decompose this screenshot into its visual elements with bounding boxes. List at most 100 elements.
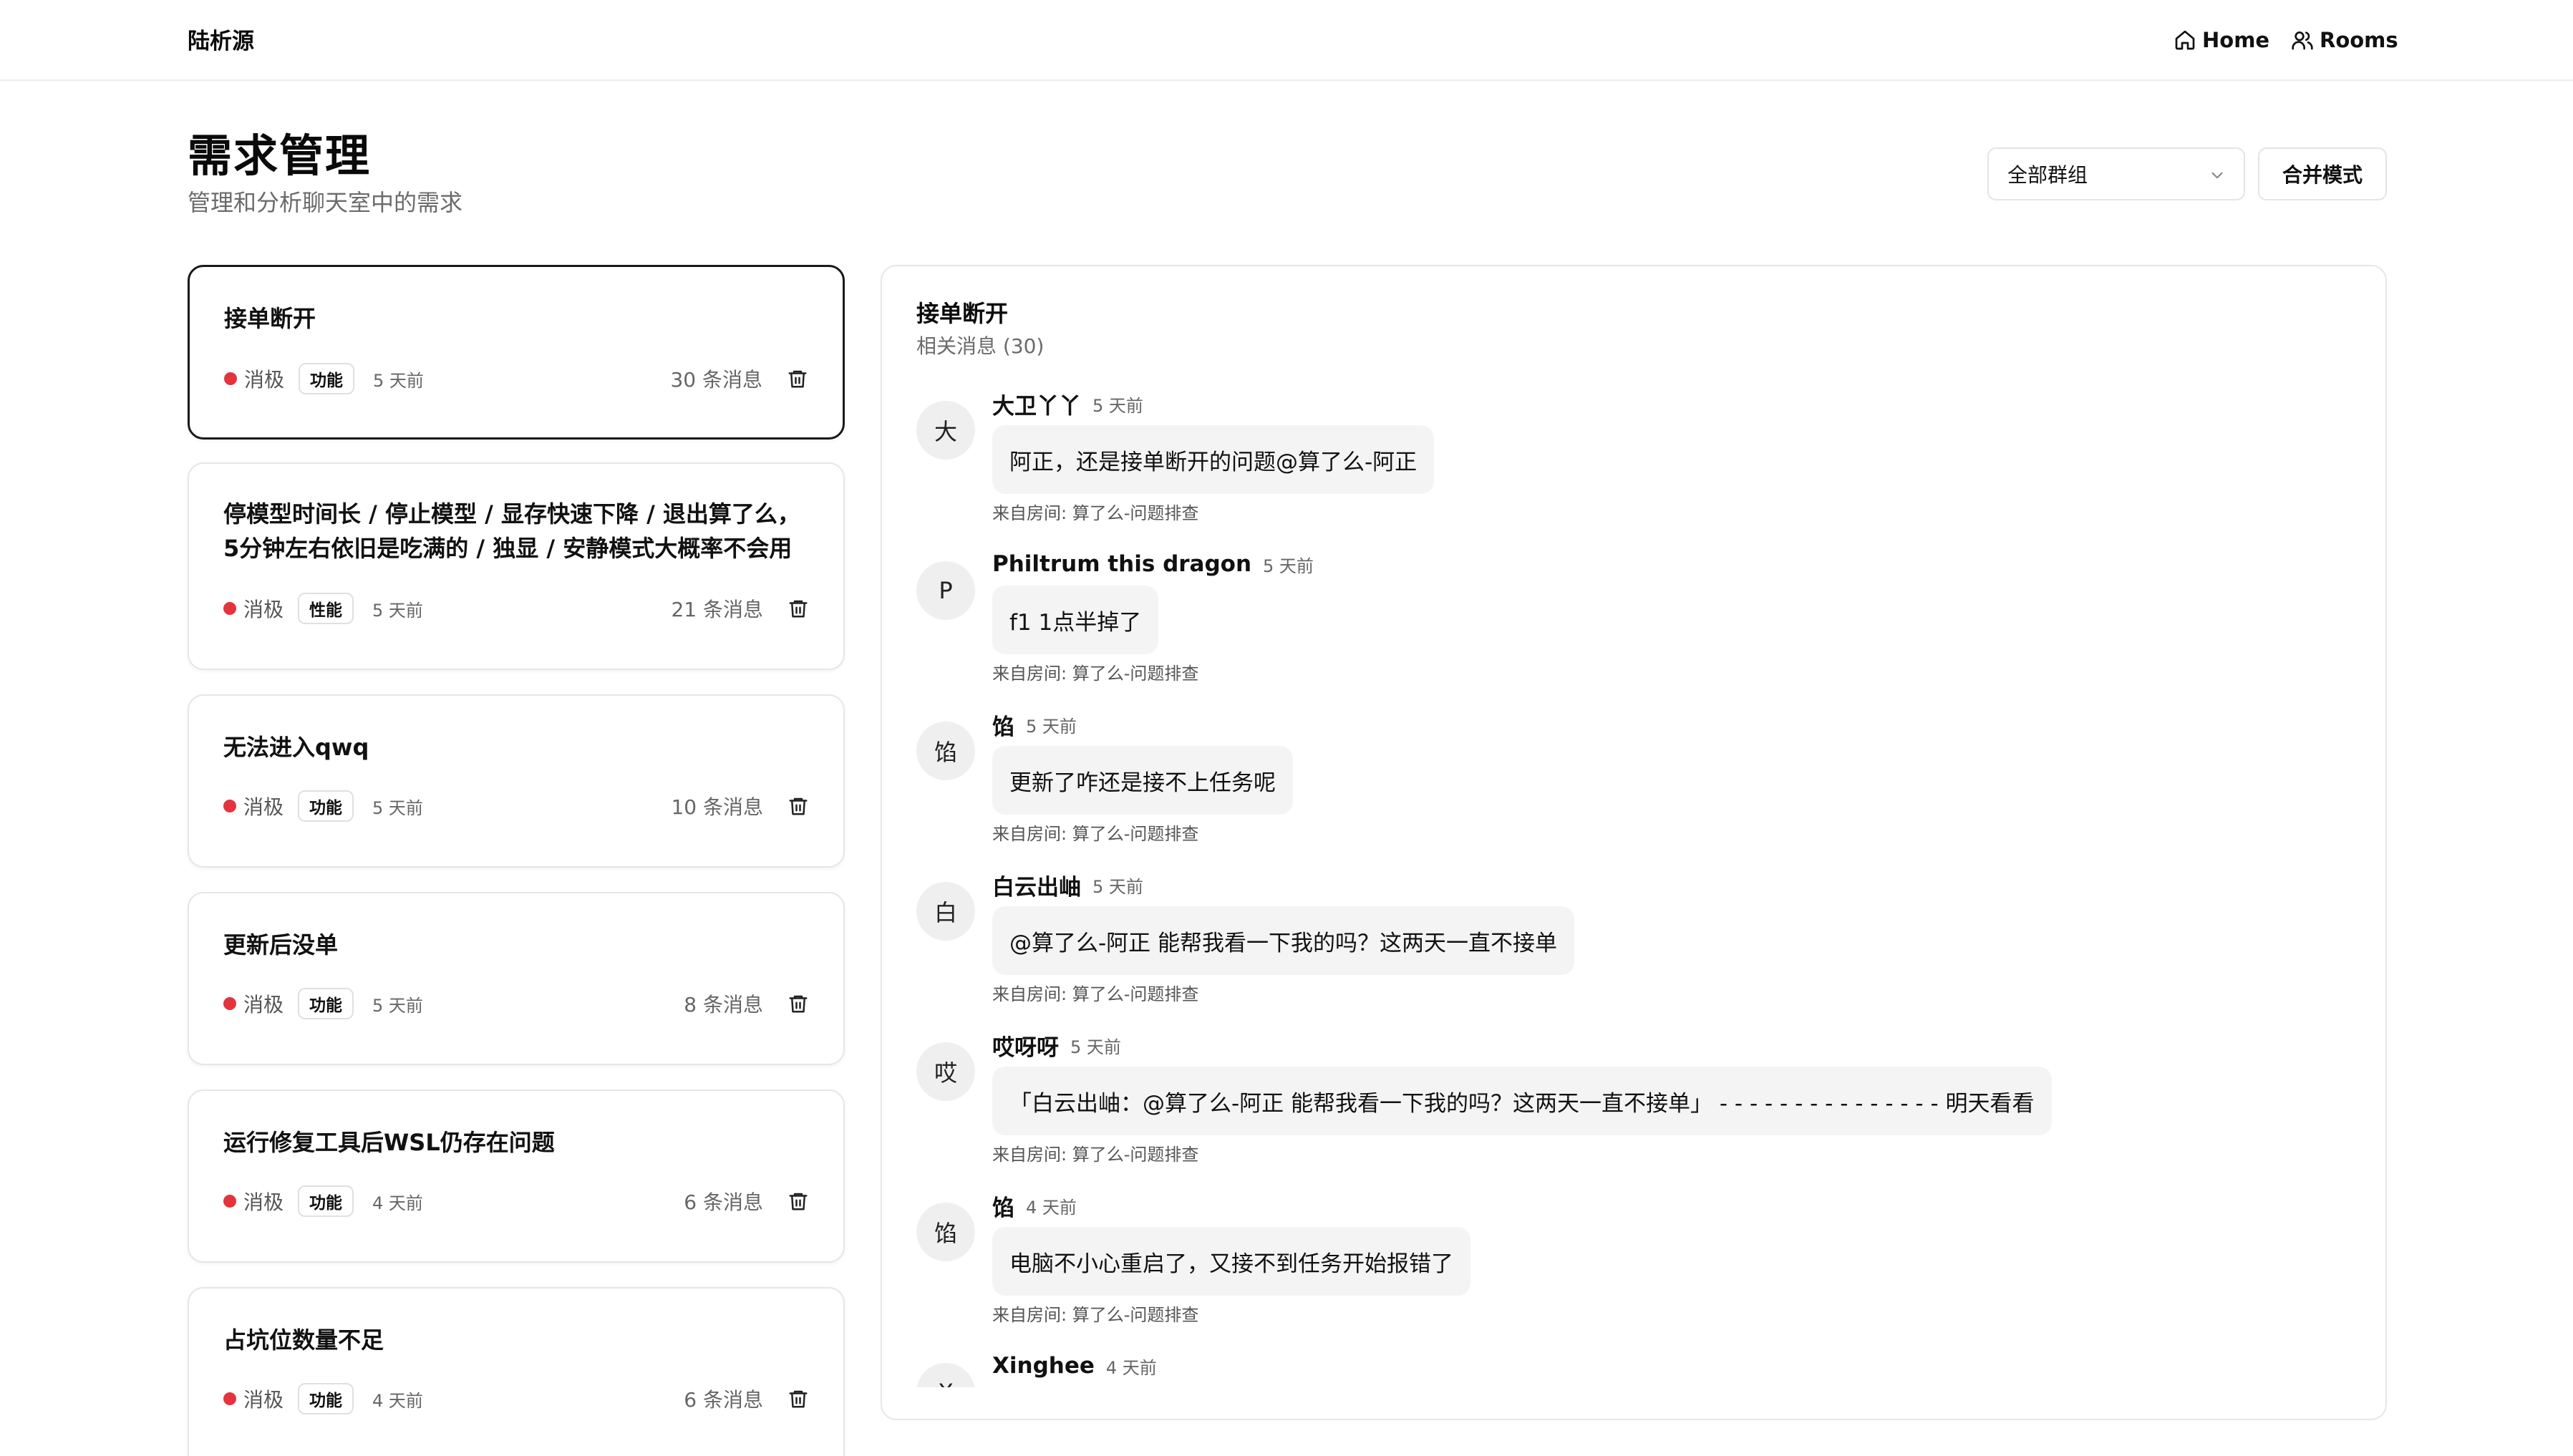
requirement-title: 停模型时间长 / 停止模型 / 显存快速下降 / 退出算了么，5分钟左右依旧是吃… <box>223 500 800 562</box>
sender-name: Xinghee <box>992 1353 1095 1379</box>
sentiment-dot-icon <box>223 1392 236 1405</box>
requirement-time: 4 天前 <box>372 1193 423 1213</box>
nav-rooms-link[interactable]: Rooms <box>2291 26 2398 54</box>
sentiment-label: 消极 <box>243 1388 284 1412</box>
group-filter-select[interactable]: 全部群组 <box>1987 147 2245 200</box>
message-count: 30 条消息 <box>670 368 762 392</box>
trash-icon[interactable] <box>788 795 809 817</box>
message-list[interactable]: 大 大卫丫丫 5 天前 阿正，还是接单断开的问题@算了么-阿正 来自房间: 算了… <box>882 388 2385 1387</box>
requirement-time: 4 天前 <box>372 1390 423 1411</box>
message-time: 5 天前 <box>1263 555 1314 576</box>
avatar: 馅 <box>916 1203 975 1261</box>
trash-icon[interactable] <box>788 993 809 1014</box>
requirement-title: 接单断开 <box>224 305 316 332</box>
sentiment-dot-icon <box>223 997 236 1010</box>
requirement-card[interactable]: 接单断开 消极 功能 5 天前 30 条消息 <box>188 265 845 440</box>
nav-rooms-label: Rooms <box>2320 28 2398 52</box>
message-count: 6 条消息 <box>684 1190 763 1214</box>
sender-name: 白云出岫 <box>992 874 1081 901</box>
detail-title: 接单断开 <box>916 300 1009 327</box>
avatar: 哎 <box>916 1042 975 1101</box>
category-tag: 功能 <box>298 988 354 1019</box>
sentiment-label: 消极 <box>243 795 284 819</box>
sentiment-dot-icon <box>224 372 237 385</box>
requirement-detail-panel: 接单断开 相关消息 (30) 大 大卫丫丫 5 天前 阿正，还是接单断开的问题@… <box>881 265 2387 1420</box>
avatar: 大 <box>916 401 975 460</box>
sentiment-label: 消极 <box>243 1190 284 1214</box>
requirement-title: 占坑位数量不足 <box>223 1326 384 1354</box>
message-bubble: f1 1点半掉了 <box>992 586 1159 654</box>
nav-home-link[interactable]: Home <box>2174 26 2269 54</box>
sentiment-dot-icon <box>223 602 236 615</box>
requirement-title: 更新后没单 <box>223 931 339 958</box>
requirement-card[interactable]: 运行修复工具后WSL仍存在问题 消极 功能 4 天前 6 条消息 <box>188 1089 845 1263</box>
sentiment-label: 消极 <box>243 598 284 621</box>
message-source: 来自房间: 算了么-问题排查 <box>992 664 1199 684</box>
sender-name: 哎呀呀 <box>992 1034 1059 1061</box>
merge-mode-button[interactable]: 合并模式 <box>2258 147 2387 200</box>
trash-icon[interactable] <box>788 598 809 619</box>
message-time: 5 天前 <box>1092 395 1143 416</box>
requirement-meta: 消极 功能 4 天前 6 条消息 <box>223 1185 809 1217</box>
message-bubble: 「白云出岫：@算了么-阿正 能帮我看一下我的吗？这两天一直不接单」 - - - … <box>992 1067 2052 1135</box>
trash-icon[interactable] <box>787 368 808 389</box>
chevron-down-icon <box>2211 172 2223 179</box>
requirement-time: 5 天前 <box>372 995 423 1016</box>
sender-name: 馅 <box>992 714 1014 740</box>
message-count: 10 条消息 <box>671 795 763 819</box>
page-subtitle: 管理和分析聊天室中的需求 <box>188 189 463 216</box>
category-tag: 功能 <box>299 363 355 394</box>
trash-icon[interactable] <box>788 1388 809 1409</box>
message-bubble: 更新了咋还是接不上任务呢 <box>992 746 1293 815</box>
message-bubble: 阿正，还是接单断开的问题@算了么-阿正 <box>992 425 1435 494</box>
requirement-card[interactable]: 无法进入qwq 消极 功能 5 天前 10 条消息 <box>188 694 845 868</box>
avatar: 白 <box>916 882 975 941</box>
category-tag: 功能 <box>298 1383 354 1414</box>
message-time: 5 天前 <box>1026 716 1077 737</box>
message-source: 来自房间: 算了么-问题排查 <box>992 1305 1199 1325</box>
sender-name: Philtrum this dragon <box>992 551 1252 577</box>
avatar: 馅 <box>916 722 975 780</box>
avatar: X <box>916 1363 975 1387</box>
detail-subtitle: 相关消息 (30) <box>916 334 1045 358</box>
requirement-title: 无法进入qwq <box>223 734 369 761</box>
users-icon <box>2292 31 2313 50</box>
trash-icon[interactable] <box>788 1190 809 1212</box>
home-icon <box>2175 30 2195 50</box>
category-tag: 功能 <box>298 1185 354 1217</box>
requirement-card[interactable]: 停模型时间长 / 停止模型 / 显存快速下降 / 退出算了么，5分钟左右依旧是吃… <box>188 462 845 670</box>
nav-home-label: Home <box>2202 28 2270 52</box>
sentiment-label: 消极 <box>243 993 284 1016</box>
sentiment-label: 消极 <box>244 368 285 392</box>
page-title: 需求管理 <box>188 130 372 182</box>
category-tag: 功能 <box>298 790 354 822</box>
message-source: 来自房间: 算了么-问题排查 <box>992 1145 1199 1165</box>
requirement-title: 运行修复工具后WSL仍存在问题 <box>223 1129 555 1156</box>
requirement-card[interactable]: 更新后没单 消极 功能 5 天前 8 条消息 <box>188 892 845 1065</box>
message-time: 5 天前 <box>1092 876 1143 897</box>
message-time: 5 天前 <box>1070 1037 1121 1057</box>
message-count: 6 条消息 <box>684 1388 763 1412</box>
requirement-meta: 消极 功能 4 天前 6 条消息 <box>223 1383 809 1414</box>
message-bubble: 电脑不小心重启了，又接不到任务开始报错了 <box>992 1227 1470 1296</box>
group-filter-value: 全部群组 <box>2007 163 2088 187</box>
message-time: 4 天前 <box>1026 1197 1077 1218</box>
sentiment-dot-icon <box>223 1195 236 1208</box>
message-source: 来自房间: 算了么-问题排查 <box>992 503 1199 523</box>
sender-name: 馅 <box>992 1195 1014 1221</box>
category-tag: 性能 <box>298 593 354 624</box>
sentiment-dot-icon <box>223 800 236 812</box>
requirement-meta: 消极 功能 5 天前 10 条消息 <box>223 790 809 822</box>
requirement-time: 5 天前 <box>372 797 423 818</box>
message-source: 来自房间: 算了么-问题排查 <box>992 984 1199 1004</box>
brand-logo[interactable]: 陆析源 <box>188 27 254 56</box>
message-time: 4 天前 <box>1105 1357 1157 1378</box>
requirement-meta: 消极 功能 5 天前 30 条消息 <box>224 363 808 394</box>
requirement-meta: 消极 功能 5 天前 8 条消息 <box>223 988 809 1019</box>
requirement-time: 5 天前 <box>373 370 424 391</box>
message-source: 来自房间: 算了么-问题排查 <box>992 824 1199 844</box>
avatar: P <box>916 561 975 620</box>
requirement-card[interactable]: 占坑位数量不足 消极 功能 4 天前 6 条消息 <box>188 1287 845 1456</box>
message-count: 8 条消息 <box>684 993 763 1016</box>
requirement-meta: 消极 性能 5 天前 21 条消息 <box>223 593 809 624</box>
